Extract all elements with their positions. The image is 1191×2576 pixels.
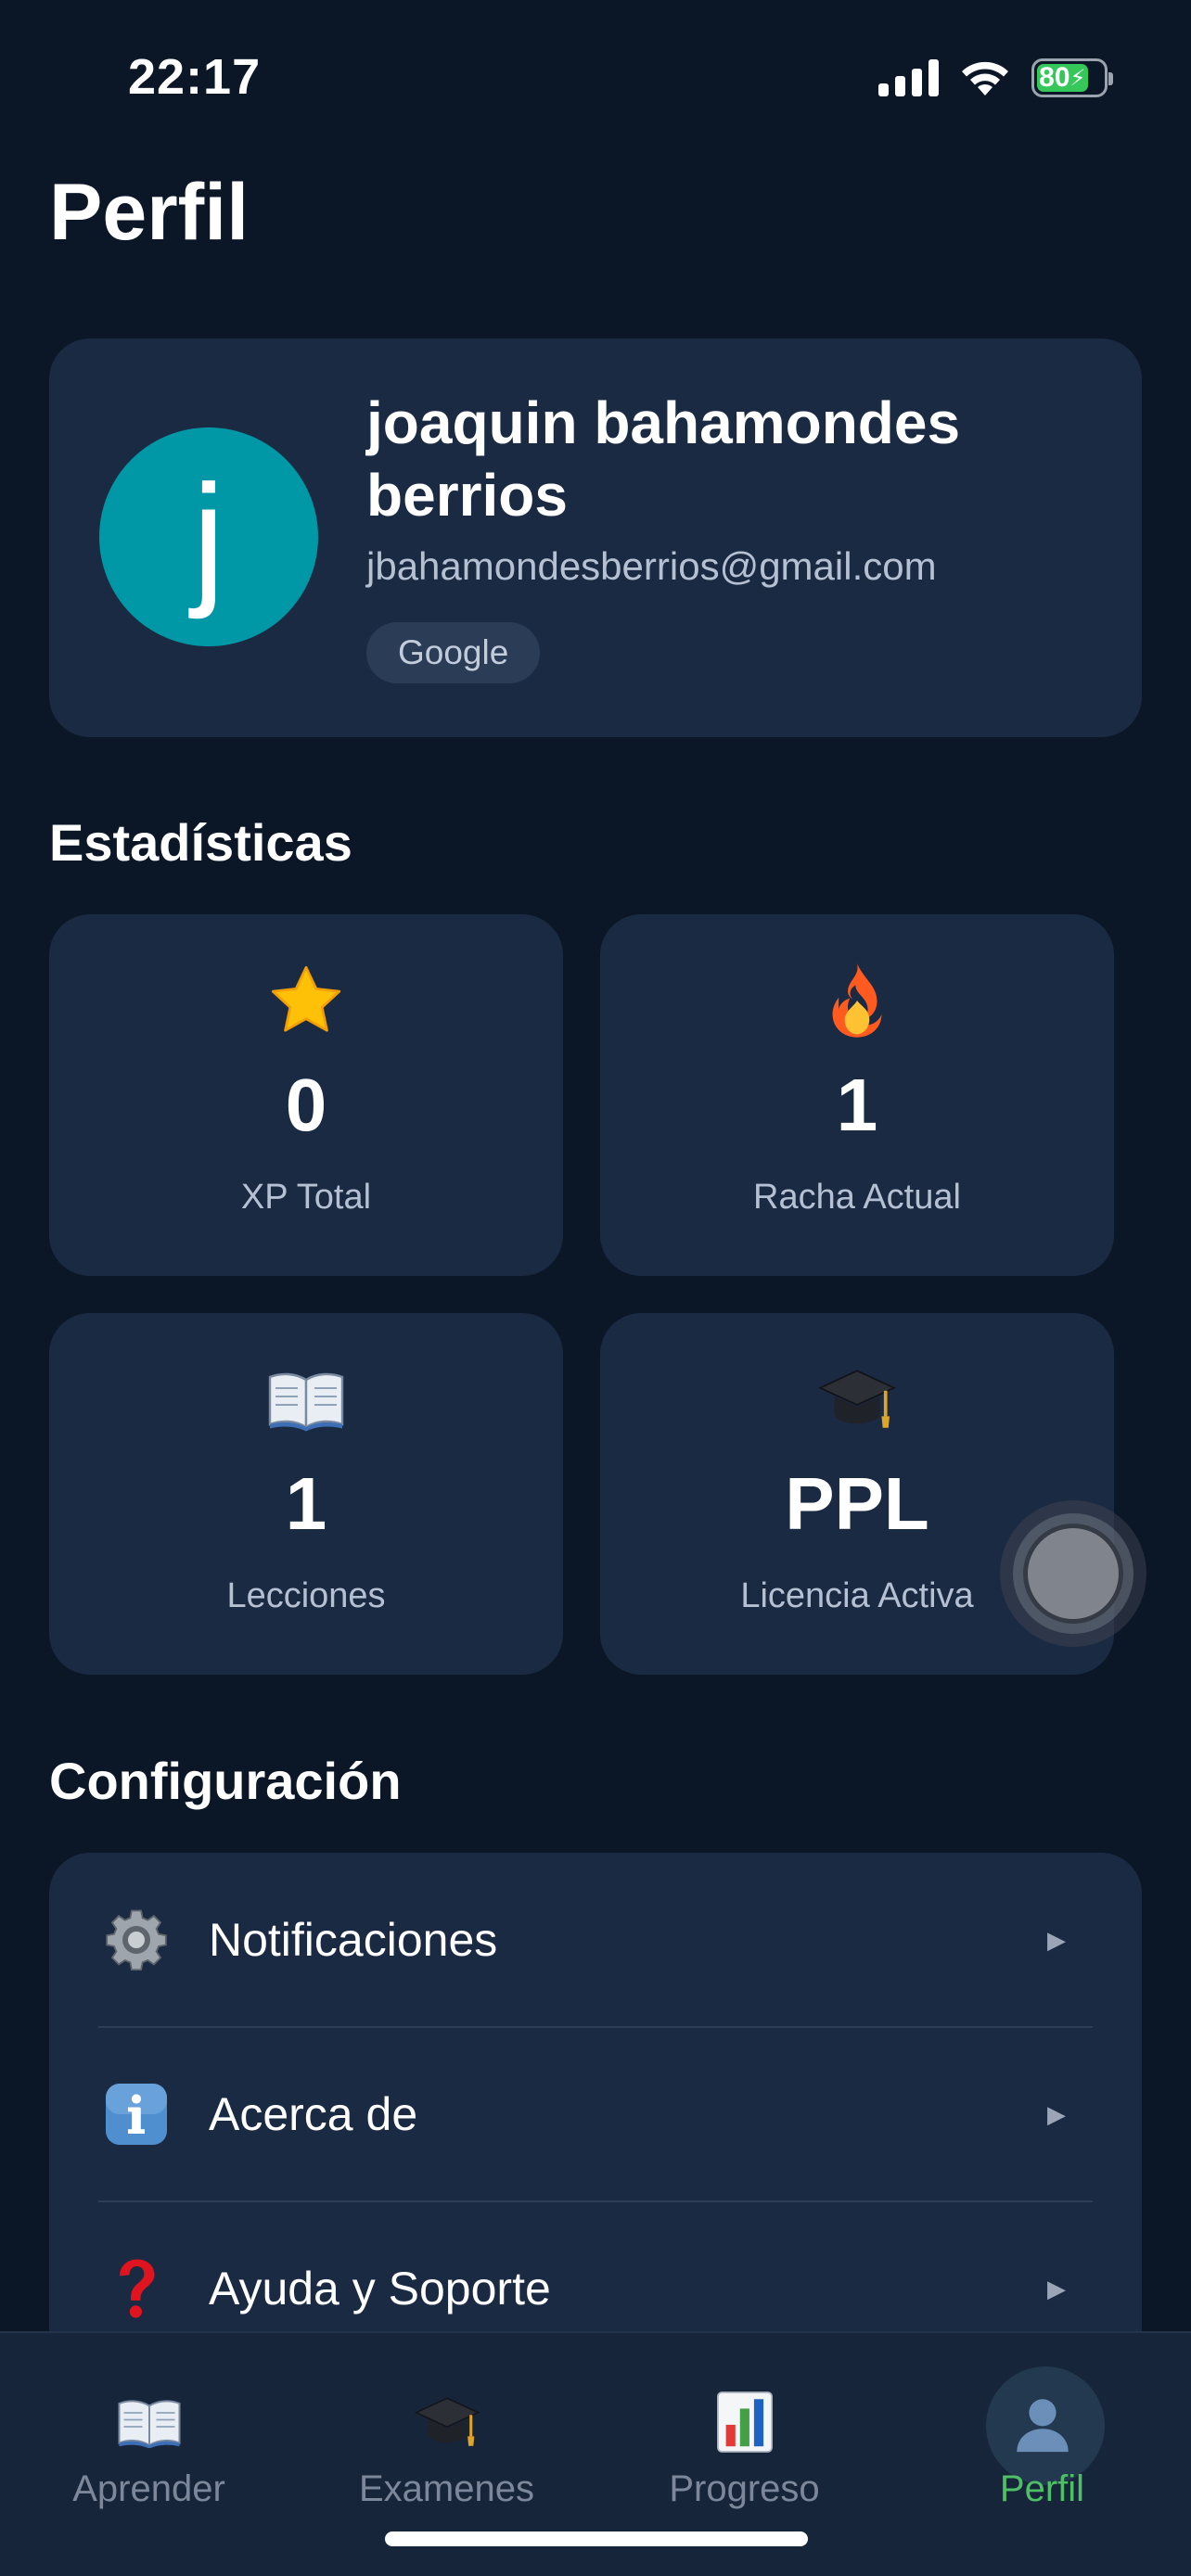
provider-badge: Google	[366, 622, 541, 683]
profile-email: jbahamondesberrios@gmail.com	[366, 544, 937, 588]
avatar: j	[99, 427, 318, 646]
gear-icon	[101, 1905, 172, 1975]
battery-level: 80	[1039, 62, 1070, 93]
profile-screen: 22:17 80 ⚡ Perfil j joaquin bahamondes be…	[0, 0, 1191, 2576]
info-icon	[101, 2079, 172, 2149]
stat-value: 0	[285, 1064, 327, 1146]
stat-label: Lecciones	[226, 1576, 386, 1615]
profile-name: joaquin bahamondes berrios	[366, 389, 961, 529]
stats-section-title: Estadísticas	[49, 813, 352, 872]
tab-aprender[interactable]: Aprender	[0, 2333, 298, 2519]
status-indicators: 80 ⚡	[878, 54, 1113, 102]
stat-card-xp: 0 XP Total	[49, 914, 563, 1276]
stat-label: XP Total	[240, 1178, 372, 1217]
wifi-icon	[962, 61, 1008, 96]
question-mark-icon	[101, 2253, 172, 2324]
profile-card: j joaquin bahamondes berrios jbahamondes…	[49, 338, 1142, 737]
setting-notifications[interactable]: Notificaciones ▶	[49, 1853, 1142, 2027]
setting-label: Acerca de	[209, 2088, 418, 2140]
tab-perfil[interactable]: Perfil	[893, 2333, 1191, 2519]
stat-card-lessons: 1 Lecciones	[49, 1313, 563, 1675]
tab-progreso[interactable]: Progreso	[596, 2333, 893, 2519]
stat-value: 1	[836, 1064, 878, 1146]
graduation-cap-icon	[298, 2385, 596, 2459]
chevron-right-icon: ▶	[1047, 2274, 1066, 2302]
assistive-touch-button[interactable]	[1000, 1500, 1146, 1647]
fire-icon	[600, 959, 1114, 1042]
battery-icon: 80 ⚡	[1031, 58, 1113, 97]
tab-label: Progreso	[669, 2468, 820, 2509]
chevron-right-icon: ▶	[1047, 2099, 1066, 2128]
graduation-cap-icon	[600, 1358, 1114, 1441]
cellular-signal-icon	[878, 59, 939, 96]
chevron-right-icon: ▶	[1047, 1925, 1066, 1954]
bar-chart-icon	[596, 2385, 893, 2459]
open-book-icon	[0, 2385, 298, 2459]
tab-label: Examenes	[359, 2468, 534, 2509]
home-indicator[interactable]	[385, 2531, 808, 2546]
star-icon	[49, 959, 563, 1042]
setting-label: Ayuda y Soporte	[209, 2263, 551, 2315]
settings-section-title: Configuración	[49, 1752, 402, 1810]
stat-label: Racha Actual	[753, 1178, 961, 1217]
tab-label: Perfil	[999, 2468, 1085, 2509]
stat-value: 1	[285, 1462, 327, 1545]
open-book-icon	[49, 1358, 563, 1441]
tab-examenes[interactable]: Examenes	[298, 2333, 596, 2519]
setting-label: Notificaciones	[209, 1914, 498, 1966]
setting-about[interactable]: Acerca de ▶	[49, 2027, 1142, 2201]
stat-card-streak: 1 Racha Actual	[600, 914, 1114, 1276]
tab-label: Aprender	[72, 2468, 225, 2509]
page-title: Perfil	[49, 168, 250, 257]
status-time: 22:17	[128, 49, 262, 105]
person-icon	[893, 2385, 1191, 2459]
